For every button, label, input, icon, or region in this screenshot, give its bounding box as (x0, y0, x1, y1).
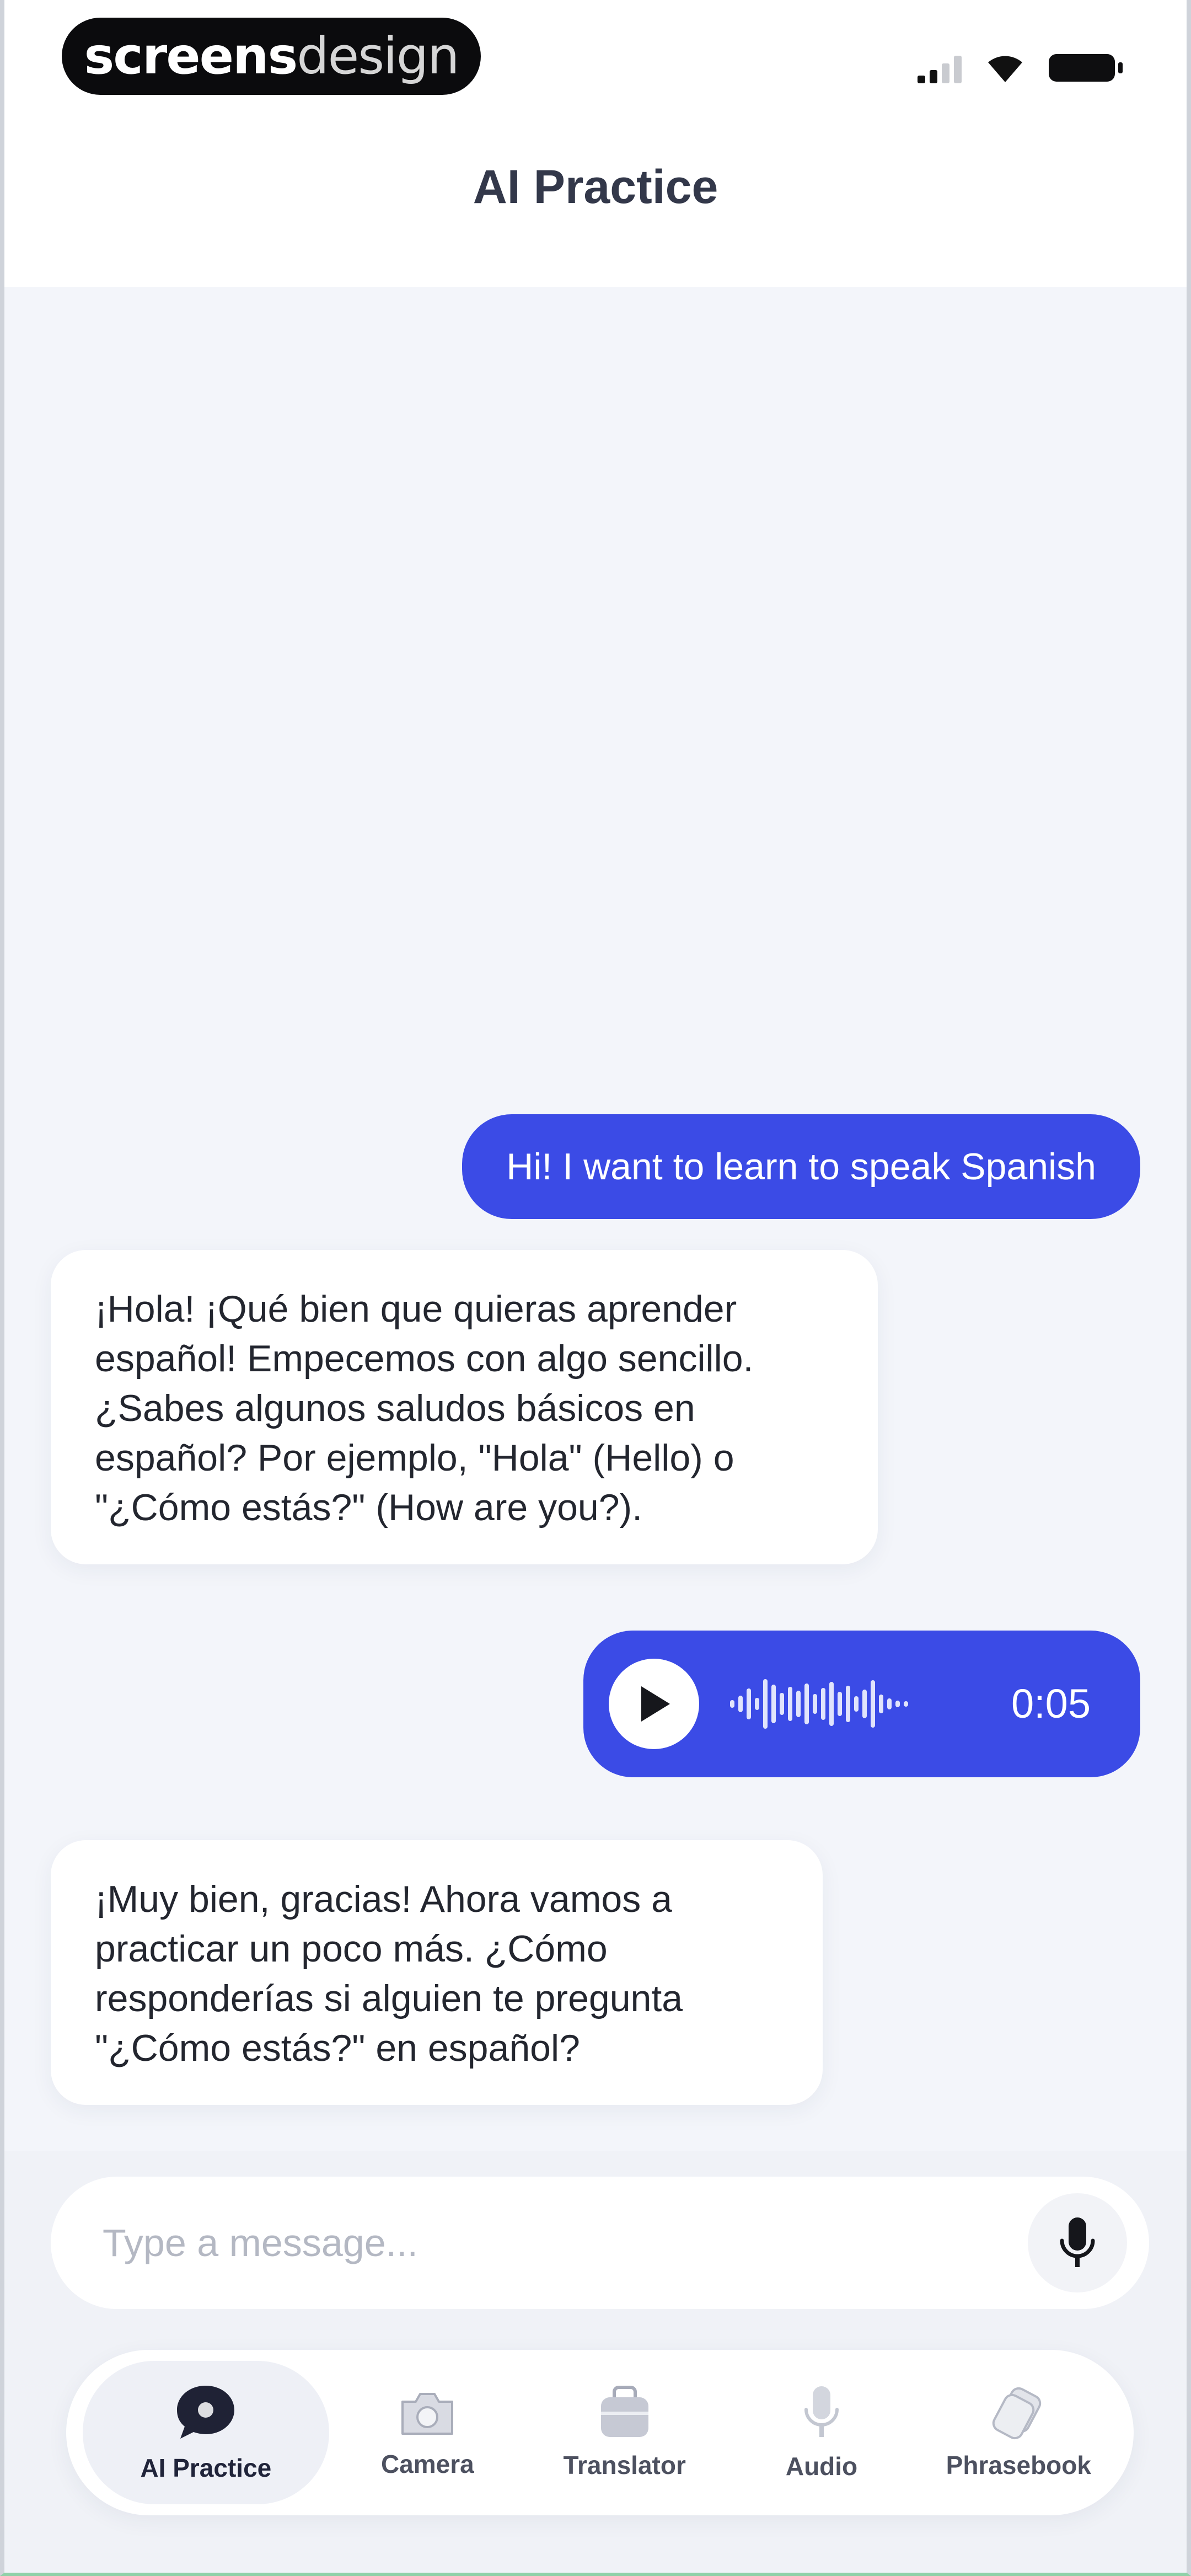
translator-icon (600, 2386, 648, 2437)
bottom-panel: AI Practice Camera Translator (4, 2151, 1187, 2573)
camera-icon (401, 2393, 454, 2435)
tab-phrasebook[interactable]: Phrasebook (920, 2361, 1117, 2504)
audio-duration: 0:05 (1011, 1681, 1091, 1727)
play-audio-button[interactable] (609, 1659, 699, 1749)
tab-camera[interactable]: Camera (329, 2361, 526, 2504)
top-header: screensdesign AI Practice (4, 0, 1187, 287)
brand-logo-bold: screens (84, 26, 298, 85)
tab-label: Phrasebook (946, 2451, 1091, 2479)
tab-ai-practice[interactable]: AI Practice (83, 2361, 329, 2504)
play-icon (641, 1686, 670, 1722)
tab-label: AI Practice (140, 2454, 272, 2482)
chat-area[interactable]: Hi! I want to learn to speak Spanish ¡Ho… (4, 287, 1187, 2151)
tab-translator[interactable]: Translator (526, 2361, 723, 2504)
brand-logo-light: design (297, 26, 459, 85)
tab-label: Camera (380, 2450, 474, 2478)
phone-frame: screensdesign AI Practice Hi! I want to … (0, 0, 1191, 2576)
microphone-icon (804, 2386, 839, 2437)
chat-bubble-icon (177, 2386, 235, 2439)
battery-icon (1049, 54, 1123, 82)
tab-label: Translator (563, 2451, 686, 2479)
message-composer (51, 2177, 1149, 2309)
voice-record-button[interactable] (1028, 2193, 1127, 2292)
user-voice-message: 0:05 (583, 1631, 1140, 1777)
cellular-signal-icon (918, 52, 962, 83)
audio-waveform (730, 1671, 989, 1737)
message-input[interactable] (101, 2220, 1028, 2265)
tab-audio[interactable]: Audio (723, 2361, 920, 2504)
microphone-icon (1060, 2217, 1095, 2267)
status-bar-icons (918, 49, 1123, 87)
ai-message-bubble: ¡Hola! ¡Qué bien que quieras aprender es… (51, 1250, 878, 1564)
phrasebook-icon (993, 2387, 1042, 2440)
bottom-tab-bar: AI Practice Camera Translator Audio Phra… (66, 2350, 1134, 2515)
wifi-icon (988, 56, 1022, 82)
brand-logo: screensdesign (62, 18, 481, 95)
ai-message-bubble: ¡Muy bien, gracias! Ahora vamos a practi… (51, 1840, 823, 2105)
user-message-bubble: Hi! I want to learn to speak Spanish (462, 1114, 1140, 1219)
tab-label: Audio (785, 2452, 858, 2481)
page-title: AI Practice (473, 161, 718, 213)
